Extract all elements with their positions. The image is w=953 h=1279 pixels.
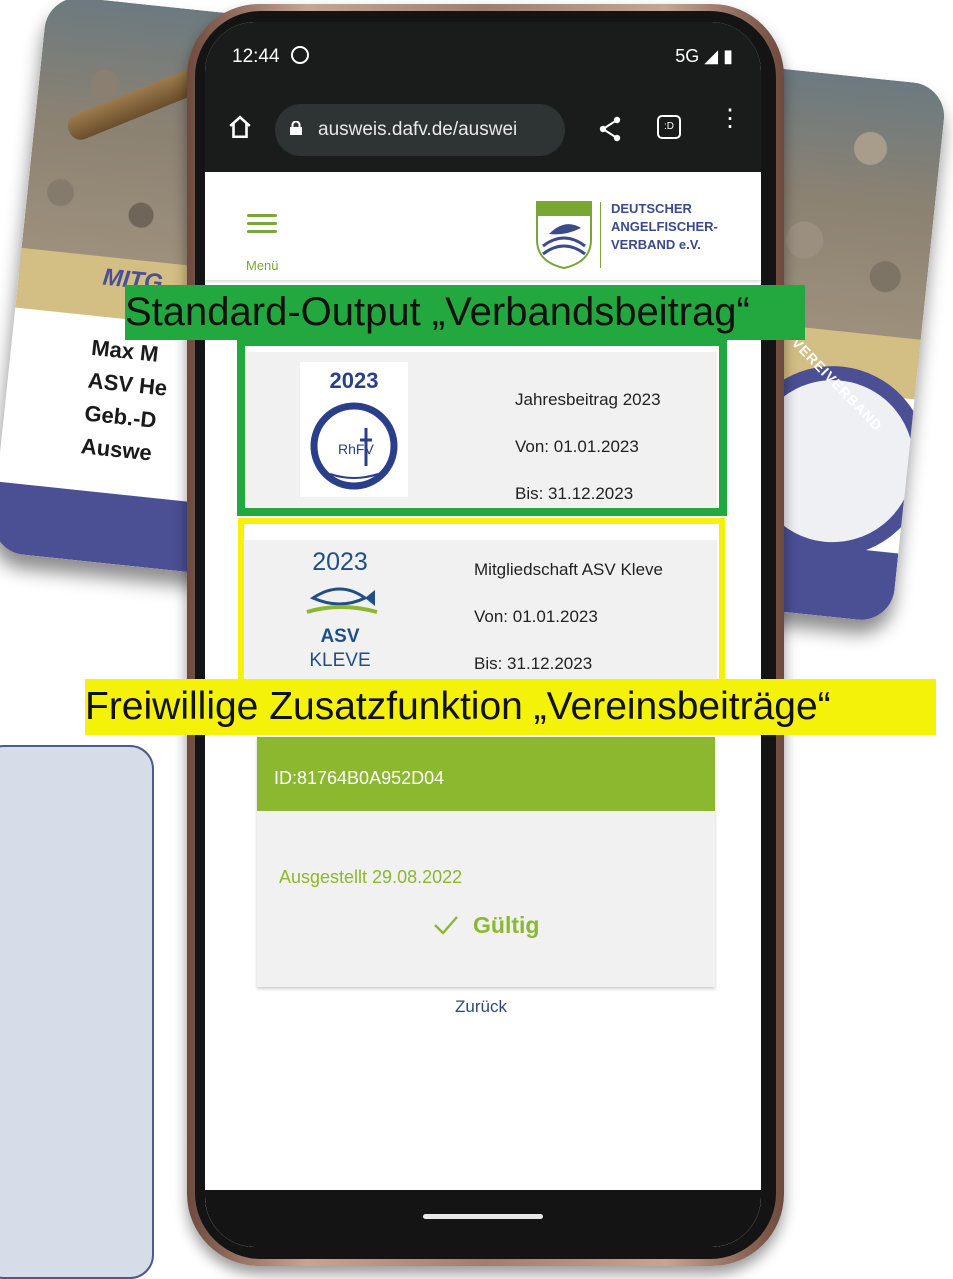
url-text[interactable]: ausweis.dafv.de/auswei bbox=[318, 119, 517, 141]
signal-indicator: 5G ◢ ▮ bbox=[675, 46, 733, 67]
network-type: 5G bbox=[675, 46, 700, 66]
card-line-id: Auswe bbox=[79, 433, 154, 466]
annotation-optional: Freiwillige Zusatzfunktion „Vereinsbeitr… bbox=[85, 679, 936, 735]
side-panel bbox=[0, 745, 154, 1279]
lock-icon bbox=[290, 121, 302, 135]
org-name-line-2: ANGELFISCHER- bbox=[611, 219, 718, 234]
signal-icon: ◢ bbox=[704, 46, 719, 66]
back-link[interactable]: Zurück bbox=[455, 997, 507, 1017]
status-bar: 12:44 5G ◢ ▮ bbox=[205, 22, 761, 94]
card-details: Max M ASV He Geb.-D Auswe bbox=[79, 331, 172, 471]
org-name-line-3: VERBAND e.V. bbox=[611, 237, 701, 252]
dafv-logo bbox=[536, 201, 592, 270]
menu-label[interactable]: Menü bbox=[246, 258, 279, 273]
notification-icon bbox=[291, 46, 309, 64]
highlight-box-optional bbox=[238, 518, 725, 685]
home-gesture-handle[interactable] bbox=[423, 1214, 543, 1219]
validity-status: Gültig bbox=[473, 912, 540, 938]
check-icon bbox=[434, 916, 458, 935]
hamburger-menu-icon[interactable] bbox=[247, 214, 277, 234]
org-name: DEUTSCHER ANGELFISCHER- VERBAND e.V. bbox=[611, 200, 718, 254]
site-header: Menü DEUTSCHER ANGELFISCHER- VERBAND e.V… bbox=[205, 172, 761, 280]
tab-switcher-icon[interactable]: :D bbox=[657, 115, 681, 139]
highlight-box-standard bbox=[237, 338, 727, 516]
id-card-header: ID:81764B0A952D04 bbox=[257, 737, 715, 811]
id-card: ID:81764B0A952D04 Ausgestellt 29.08.2022… bbox=[257, 737, 715, 987]
logo-divider bbox=[600, 202, 601, 268]
browser-toolbar: ausweis.dafv.de/auswei :D ⋮ bbox=[205, 94, 761, 172]
org-name-line-1: DEUTSCHER bbox=[611, 201, 692, 216]
share-icon[interactable] bbox=[598, 116, 622, 142]
id-number: ID:81764B0A952D04 bbox=[274, 768, 445, 788]
gesture-nav-bar bbox=[205, 1190, 761, 1247]
issued-date: Ausgestellt 29.08.2022 bbox=[279, 867, 463, 887]
annotation-standard: Standard-Output „Verbandsbeitrag“ bbox=[125, 285, 805, 340]
clock: 12:44 bbox=[232, 46, 280, 67]
more-options-icon[interactable]: ⋮ bbox=[718, 107, 742, 131]
home-icon[interactable] bbox=[227, 114, 253, 140]
battery-icon: ▮ bbox=[723, 46, 733, 66]
